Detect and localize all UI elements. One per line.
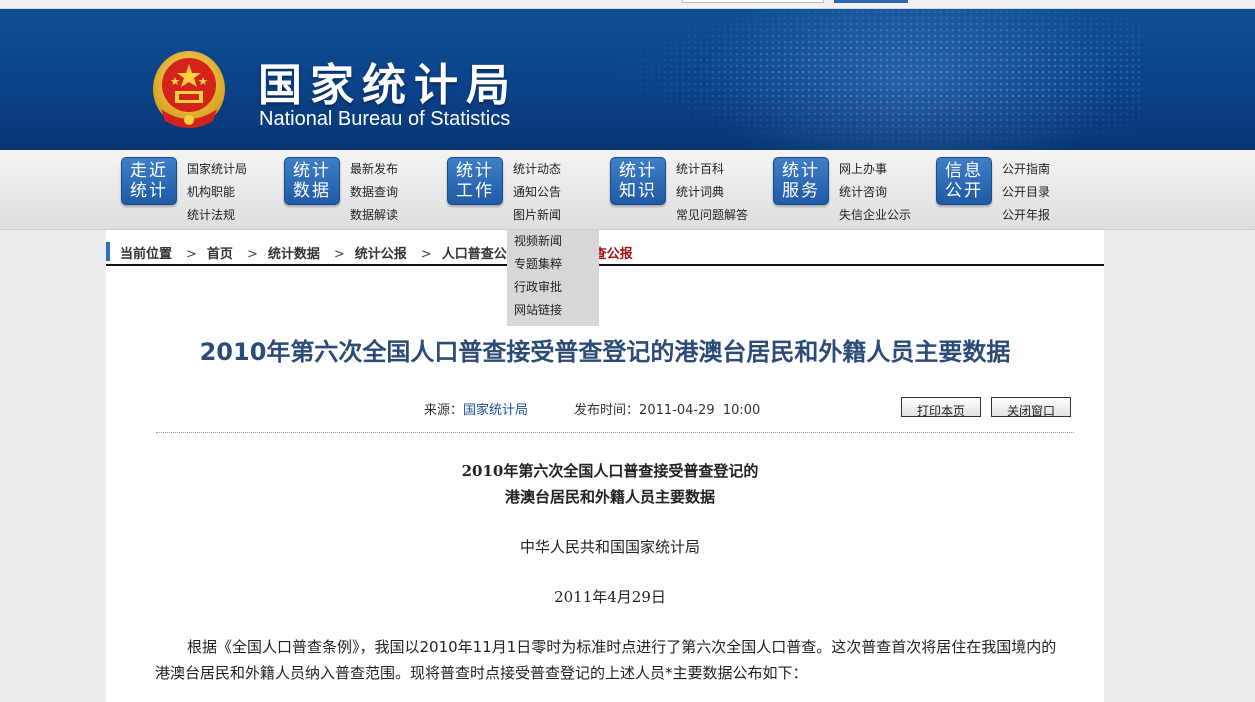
print-button[interactable]: 打印本页 <box>901 397 981 418</box>
nav-badge-line: 走近 <box>130 161 168 181</box>
nav-link[interactable]: 通知公告 <box>513 181 561 204</box>
breadcrumb-link-data[interactable]: 统计数据 <box>268 243 320 262</box>
work-dropdown-menu: 视频新闻 专题集粹 行政审批 网站链接 <box>507 230 599 326</box>
source-label: 来源： <box>424 403 464 418</box>
nav-link[interactable]: 图片新闻 <box>513 204 561 227</box>
chevron-right-icon: > <box>420 247 432 262</box>
nav-badge-data[interactable]: 统计 数据 <box>284 157 340 205</box>
breadcrumb-link-bulletin[interactable]: 统计公报 <box>355 243 407 262</box>
nav-link[interactable]: 国家统计局 <box>187 158 247 181</box>
site-title-cn: 国家统计局 <box>258 60 518 111</box>
nav-badge-work[interactable]: 统计 工作 <box>447 157 503 205</box>
article-title: 2010年第六次全国人口普查接受普查登记的港澳台居民和外籍人员主要数据 <box>199 338 1011 366</box>
nav-link[interactable]: 机构职能 <box>187 181 247 204</box>
nav-badge-line: 公开 <box>945 181 983 201</box>
nav-link[interactable]: 常见问题解答 <box>676 204 748 227</box>
breadcrumb-marker <box>106 242 110 261</box>
nav-badge-line: 工作 <box>456 181 494 201</box>
nav-links: 最新发布 数据查询 数据解读 <box>350 158 398 227</box>
main-navigation: 走近 统计 国家统计局 机构职能 统计法规 统计 数据 最新发布 数据查询 数据… <box>0 150 1255 230</box>
nav-links: 统计动态 通知公告 图片新闻 <box>513 158 561 227</box>
dropdown-item[interactable]: 行政审批 <box>514 276 599 299</box>
publish-time-label: 发布时间： <box>574 403 640 418</box>
nav-links: 统计百科 统计词典 常见问题解答 <box>676 158 748 227</box>
nav-link[interactable]: 最新发布 <box>350 158 398 181</box>
nav-links: 网上办事 统计咨询 失信企业公示 <box>839 158 911 227</box>
close-window-button[interactable]: 关闭窗口 <box>991 397 1071 418</box>
chevron-right-icon: > <box>333 247 345 262</box>
chevron-right-icon: > <box>186 247 197 262</box>
breadcrumb: 当前位置>首页>统计数据>统计公报>人口普查公报>人口普查公报 <box>106 240 1104 266</box>
nav-link[interactable]: 统计咨询 <box>839 181 911 204</box>
article-subtitle-line2: 港澳台居民和外籍人员主要数据 <box>504 488 715 506</box>
nav-link[interactable]: 统计百科 <box>676 158 748 181</box>
issue-date: 2011年4月29日 <box>554 588 666 606</box>
dropdown-item[interactable]: 视频新闻 <box>514 230 599 253</box>
nav-badge-line: 统计 <box>130 181 168 201</box>
nav-link[interactable]: 公开年报 <box>1002 204 1050 227</box>
nav-links: 公开指南 公开目录 公开年报 <box>1002 158 1050 227</box>
nav-badge-line: 服务 <box>782 181 820 201</box>
site-banner: 国家统计局 National Bureau of Statistics <box>0 9 1255 150</box>
nav-badge-line: 统计 <box>782 161 820 181</box>
search-button[interactable] <box>834 0 908 3</box>
search-input[interactable] <box>682 0 824 3</box>
nav-badge-disclosure[interactable]: 信息 公开 <box>936 157 992 205</box>
nav-badge-line: 知识 <box>619 181 657 201</box>
national-emblem-icon <box>153 51 225 128</box>
nav-link[interactable]: 公开指南 <box>1002 158 1050 181</box>
top-strip <box>0 0 1255 9</box>
world-map-graphic <box>620 9 1140 150</box>
nav-link[interactable]: 公开目录 <box>1002 181 1050 204</box>
chevron-right-icon: > <box>246 247 258 262</box>
nav-badge-line: 统计 <box>619 161 657 181</box>
dropdown-item[interactable]: 网站链接 <box>514 299 599 322</box>
nav-badge-line: 信息 <box>945 161 983 181</box>
breadcrumb-label: 当前位置 <box>120 247 173 262</box>
nav-link[interactable]: 统计法规 <box>187 204 247 227</box>
nav-badge-service[interactable]: 统计 服务 <box>773 157 829 205</box>
nav-link[interactable]: 数据查询 <box>350 181 398 204</box>
breadcrumb-link-home[interactable]: 首页 <box>207 243 233 262</box>
article-meta: 来源：国家统计局 发布时间：2011-04-29 10:00 <box>424 399 760 418</box>
article-subtitle-line1: 2010年第六次全国人口普查接受普查登记的 <box>461 462 759 480</box>
source-link[interactable]: 国家统计局 <box>463 403 528 418</box>
dropdown-item[interactable]: 专题集粹 <box>514 253 599 276</box>
content-area: 当前位置>首页>统计数据>统计公报>人口普查公报>人口普查公报 2010年第六次… <box>106 230 1104 702</box>
nav-link[interactable]: 统计动态 <box>513 158 561 181</box>
nav-link[interactable]: 网上办事 <box>839 158 911 181</box>
nav-badge-about[interactable]: 走近 统计 <box>121 157 177 205</box>
nav-badge-line: 数据 <box>293 181 331 201</box>
nav-link[interactable]: 数据解读 <box>350 204 398 227</box>
site-title-en: National Bureau of Statistics <box>259 108 511 130</box>
divider <box>156 432 1074 433</box>
article-paragraph: 根据《全国人口普查条例》，我国以2010年11月1日零时为标准时点进行了第六次全… <box>155 638 1057 682</box>
nav-badge-knowledge[interactable]: 统计 知识 <box>610 157 666 205</box>
nav-links: 国家统计局 机构职能 统计法规 <box>187 158 247 227</box>
nav-link[interactable]: 失信企业公示 <box>839 204 911 227</box>
nav-link[interactable]: 统计词典 <box>676 181 748 204</box>
issuing-organization: 中华人民共和国国家统计局 <box>519 538 700 556</box>
publish-time: 2011-04-29 10:00 <box>639 403 761 418</box>
nav-badge-line: 统计 <box>293 161 331 181</box>
nav-badge-line: 统计 <box>456 161 494 181</box>
